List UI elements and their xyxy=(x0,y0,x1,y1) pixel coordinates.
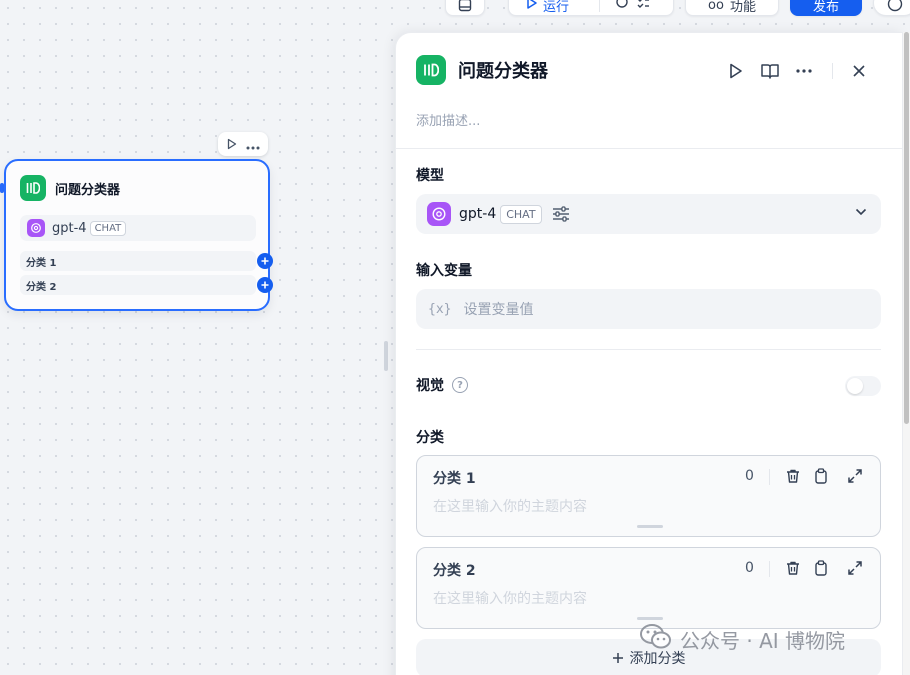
node-model-mode-badge: CHAT xyxy=(89,220,127,236)
model-section-label: 模型 xyxy=(416,168,444,184)
class-card-divider xyxy=(769,561,770,577)
watermark: 公众号 · AI 博物院 xyxy=(640,624,845,655)
plus-icon xyxy=(612,653,623,663)
toggle-knob xyxy=(847,378,863,394)
panel-resize-handle[interactable] xyxy=(384,341,388,371)
node-model-name: gpt-4 xyxy=(52,220,87,236)
question-classifier-node[interactable]: 问题分类器 gpt-4 CHAT 分类 1 分类 2 xyxy=(4,159,270,311)
model-params-icon[interactable] xyxy=(552,206,570,222)
node-header: 问题分类器 xyxy=(20,175,120,201)
section-divider xyxy=(416,349,881,350)
book-icon[interactable] xyxy=(760,61,780,81)
classes-section-label: 分类 xyxy=(416,430,444,446)
toolbar-divider xyxy=(599,0,601,12)
node-config-panel: 问题分类器 添加描述... 模型 gpt-4 CHAT 输入变量 {x} 设置变… xyxy=(395,32,904,675)
classifier-icon xyxy=(416,55,446,85)
class-card-divider xyxy=(769,469,770,485)
plus-icon xyxy=(261,257,269,265)
expand-icon[interactable] xyxy=(845,466,865,486)
class-name: 分类 2 xyxy=(433,563,476,579)
check-list-icon[interactable] xyxy=(616,0,650,14)
input-variable-selector[interactable]: {x} 设置变量值 xyxy=(416,289,881,329)
panel-header: 问题分类器 xyxy=(416,55,548,85)
class-2-output-handle[interactable] xyxy=(257,277,273,293)
vision-toggle[interactable] xyxy=(845,376,881,396)
trash-icon[interactable] xyxy=(783,558,803,578)
clipboard-icon[interactable] xyxy=(811,558,831,578)
scrollbar-thumb[interactable] xyxy=(904,32,909,424)
top-toolbar: 运行 oo 功能 发布 xyxy=(0,0,910,16)
model-mode-badge: CHAT xyxy=(500,204,542,224)
class-1-output-handle[interactable] xyxy=(257,253,273,269)
openai-icon xyxy=(427,202,451,226)
features-button[interactable]: oo 功能 xyxy=(685,0,779,16)
input-variable-placeholder: 设置变量值 xyxy=(463,302,534,318)
model-selector[interactable]: gpt-4 CHAT xyxy=(416,194,881,234)
vision-row: 视觉 ? xyxy=(416,375,468,395)
clipboard-icon[interactable] xyxy=(811,466,831,486)
classifier-icon xyxy=(20,175,46,201)
expand-icon[interactable] xyxy=(845,558,865,578)
more-icon[interactable] xyxy=(794,61,814,81)
panel-title[interactable]: 问题分类器 xyxy=(458,57,548,83)
node-title: 问题分类器 xyxy=(55,182,121,198)
class-name: 分类 1 xyxy=(433,471,476,487)
publish-button[interactable]: 发布 xyxy=(790,0,862,16)
node-class-item: 分类 2 xyxy=(20,275,256,295)
history-button[interactable] xyxy=(445,0,485,16)
model-name: gpt-4 xyxy=(459,206,497,222)
trash-icon[interactable] xyxy=(783,466,803,486)
clock-icon xyxy=(887,0,903,16)
chevron-down-icon xyxy=(855,208,867,216)
watermark-text: 公众号 · AI 博物院 xyxy=(680,629,846,653)
class-char-count: 0 xyxy=(745,560,754,576)
openai-icon xyxy=(27,219,45,237)
class-card-resize-grip[interactable] xyxy=(637,617,663,620)
class-card-1[interactable]: 分类 1 0 在这里输入你的主题内容 xyxy=(416,455,881,537)
run-button-group[interactable]: 运行 xyxy=(508,0,674,16)
close-icon[interactable] xyxy=(849,61,869,81)
node-toolbar xyxy=(218,132,268,156)
settings-button[interactable] xyxy=(873,0,910,16)
class-topic-input[interactable]: 在这里输入你的主题内容 xyxy=(433,588,587,608)
node-more-icon[interactable] xyxy=(246,135,260,154)
variable-icon: {x} xyxy=(428,301,452,317)
wechat-icon xyxy=(640,624,672,655)
play-icon xyxy=(527,0,537,13)
publish-label: 发布 xyxy=(812,0,839,15)
features-label: 功能 xyxy=(729,0,756,15)
node-model-chip: gpt-4 CHAT xyxy=(20,215,256,241)
class-card-2[interactable]: 分类 2 0 在这里输入你的主题内容 xyxy=(416,547,881,629)
class-topic-input[interactable]: 在这里输入你的主题内容 xyxy=(433,496,587,516)
class-char-count: 0 xyxy=(745,468,754,484)
history-icon xyxy=(458,0,472,16)
panel-header-actions xyxy=(726,61,883,81)
class-card-resize-grip[interactable] xyxy=(637,525,663,528)
header-divider-line xyxy=(396,148,904,149)
help-icon[interactable]: ? xyxy=(452,377,468,393)
run-node-icon[interactable] xyxy=(726,61,746,81)
description-input[interactable]: 添加描述... xyxy=(416,110,480,129)
features-icon: oo xyxy=(708,0,724,13)
node-run-icon[interactable] xyxy=(227,135,237,154)
node-class-item: 分类 1 xyxy=(20,251,256,271)
plus-icon xyxy=(261,281,269,289)
vision-label: 视觉 xyxy=(416,378,444,394)
header-divider xyxy=(832,63,833,79)
input-variable-label: 输入变量 xyxy=(416,263,472,279)
panel-scrollbar[interactable] xyxy=(903,32,910,675)
run-label: 运行 xyxy=(543,0,570,15)
